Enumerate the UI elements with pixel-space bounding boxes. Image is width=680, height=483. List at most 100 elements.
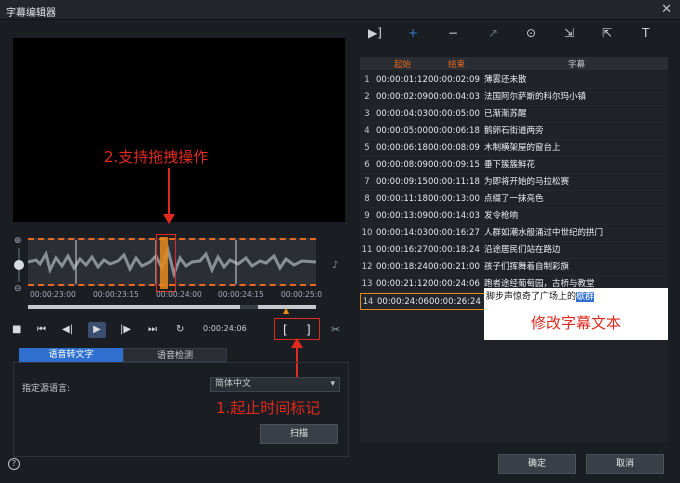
source-language-select[interactable]: 简体中文 ▾ bbox=[210, 377, 340, 392]
row-number: 1 bbox=[364, 75, 370, 85]
table-row[interactable]: 5 00:00:06:18 00:00:08:09 木制横架屋的窗台上 bbox=[360, 140, 668, 157]
row-start: 00:00:11:18 bbox=[376, 194, 428, 204]
row-end: 00:00:08:09 bbox=[428, 143, 480, 153]
zoom-slider[interactable]: ⊕ ⊖ bbox=[12, 236, 26, 296]
title-bar: 字幕编辑器 ✕ bbox=[0, 0, 680, 20]
row-end: 00:00:06:18 bbox=[428, 126, 480, 136]
step-back-button[interactable]: ◀| bbox=[62, 324, 73, 335]
row-start: 00:00:02:09 bbox=[376, 92, 428, 102]
row-end: 00:00:14:03 bbox=[428, 211, 480, 221]
row-end: 00:00:18:24 bbox=[428, 245, 480, 255]
table-row[interactable]: 8 00:00:11:18 00:00:13:00 点缀了一抹亮色 bbox=[360, 191, 668, 208]
row-end: 00:00:04:03 bbox=[428, 92, 480, 102]
row-number: 14 bbox=[362, 297, 374, 307]
go-end-button[interactable]: ⏭ bbox=[148, 324, 157, 335]
position-indicator-icon: ▲ bbox=[283, 306, 290, 315]
tab-speech-detect[interactable]: 语音检测 bbox=[123, 348, 227, 362]
header-text[interactable]: 字幕 bbox=[568, 58, 585, 70]
table-row[interactable]: 11 00:00:16:27 00:00:18:24 沿途居民们站在路边 bbox=[360, 242, 668, 259]
scan-button[interactable]: 扫描 bbox=[260, 424, 338, 444]
import-icon[interactable]: ⇲ bbox=[564, 26, 574, 40]
step-forward-button[interactable]: |▶ bbox=[120, 324, 131, 335]
tick-label: 00:00:24:00 bbox=[156, 290, 202, 299]
table-header: 起始 结束 字幕 bbox=[360, 57, 668, 70]
play-button[interactable]: ▶ bbox=[88, 322, 106, 338]
table-row[interactable]: 3 00:00:04:03 00:00:05:00 已渐渐苏醒 bbox=[360, 106, 668, 123]
text-style-icon[interactable]: T bbox=[642, 26, 649, 40]
header-start[interactable]: 起始 bbox=[394, 58, 411, 70]
edit-selection: 歇群 bbox=[576, 292, 595, 302]
row-start: 00:00:18:24 bbox=[376, 262, 428, 272]
source-language-value: 简体中文 bbox=[215, 379, 252, 389]
row-end: 00:00:05:00 bbox=[428, 109, 480, 119]
tab-speech-to-text[interactable]: 语音转文字 bbox=[19, 348, 123, 362]
tick-label: 00:00:23:00 bbox=[30, 290, 76, 299]
scissors-icon[interactable]: ✂ bbox=[331, 323, 340, 336]
table-row[interactable]: 9 00:00:13:09 00:00:14:03 发令枪响 bbox=[360, 208, 668, 225]
row-end: 00:00:11:18 bbox=[428, 177, 480, 187]
drag-annotation: 2.支持拖拽操作 bbox=[104, 148, 209, 166]
row-start: 00:00:13:09 bbox=[376, 211, 428, 221]
subtitle-edit-input[interactable]: 脚步声惊奇了广场上的歇群 bbox=[484, 288, 668, 306]
timecode-display[interactable]: 0:00:24:06 bbox=[203, 324, 247, 333]
row-number: 4 bbox=[364, 126, 370, 136]
merge-icon[interactable]: ↗ bbox=[488, 26, 498, 40]
source-language-label: 指定源语言: bbox=[22, 384, 71, 394]
zoom-knob[interactable] bbox=[14, 260, 24, 270]
table-row[interactable]: 1 00:00:01:12 00:00:02:09 薄雾还未散 bbox=[360, 72, 668, 89]
remove-icon[interactable]: − bbox=[448, 26, 458, 40]
row-number: 2 bbox=[364, 92, 370, 102]
export-icon[interactable]: ⇱ bbox=[602, 26, 612, 40]
window-title: 字幕编辑器 bbox=[6, 8, 56, 19]
row-end: 00:00:13:00 bbox=[428, 194, 480, 204]
loop-icon[interactable]: ↻ bbox=[176, 324, 184, 335]
preview-icon[interactable]: ⊙ bbox=[526, 26, 536, 40]
zoom-in-icon[interactable]: ⊕ bbox=[14, 236, 22, 246]
row-start: 00:00:06:18 bbox=[376, 143, 428, 153]
row-number: 13 bbox=[361, 279, 373, 289]
row-start: 00:00:01:12 bbox=[376, 75, 428, 85]
row-text: 人群如潮水般涌过中世纪的拱门 bbox=[484, 228, 604, 238]
row-number: 12 bbox=[361, 262, 373, 272]
row-text: 薄雾还未散 bbox=[484, 75, 527, 85]
go-start-button[interactable]: ⏮ bbox=[37, 324, 46, 335]
row-start: 00:00:16:27 bbox=[376, 245, 428, 255]
row-text: 法国阿尔萨斯的科尔玛小镇 bbox=[484, 92, 587, 102]
table-row[interactable]: 10 00:00:14:03 00:00:16:27 人群如潮水般涌过中世纪的拱门 bbox=[360, 225, 668, 242]
row-end: 00:00:16:27 bbox=[428, 228, 480, 238]
drag-arrow bbox=[168, 168, 170, 218]
insert-icon[interactable]: ▶] bbox=[368, 26, 382, 40]
tick-label: 00:00:23:15 bbox=[93, 290, 139, 299]
row-text: 发令枪响 bbox=[484, 211, 519, 221]
table-row[interactable]: 4 00:00:05:00 00:00:06:18 鹅卵石街道两旁 bbox=[360, 123, 668, 140]
timeline-scrollbar[interactable] bbox=[28, 305, 316, 309]
row-start: 00:00:05:00 bbox=[376, 126, 428, 136]
table-row[interactable]: 7 00:00:09:15 00:00:11:18 为即将开始的马拉松赛 bbox=[360, 174, 668, 191]
zoom-out-icon[interactable]: ⊖ bbox=[14, 284, 22, 294]
drag-highlight-box bbox=[156, 234, 176, 292]
table-row[interactable]: 12 00:00:18:24 00:00:21:00 孩子们挥舞着自制彩旗 bbox=[360, 259, 668, 276]
close-icon[interactable]: ✕ bbox=[661, 2, 672, 17]
row-number: 8 bbox=[364, 194, 370, 204]
row-start: 00:00:21:12 bbox=[376, 279, 428, 289]
row-start: 00:00:09:15 bbox=[376, 177, 428, 187]
row-number: 7 bbox=[364, 177, 370, 187]
stop-button[interactable]: ■ bbox=[12, 324, 21, 335]
row-text: 鹅卵石街道两旁 bbox=[484, 126, 544, 136]
marks-highlight-box bbox=[274, 318, 320, 340]
row-start: 00:00:08:09 bbox=[376, 160, 428, 170]
tick-label: 00:00:25:0 bbox=[281, 290, 322, 299]
marks-arrow-head bbox=[291, 338, 303, 348]
row-number: 9 bbox=[364, 211, 370, 221]
row-text: 木制横架屋的窗台上 bbox=[484, 143, 561, 153]
row-end: 00:00:24:06 bbox=[428, 279, 480, 289]
cancel-button[interactable]: 取消 bbox=[586, 454, 664, 474]
drag-arrow-head bbox=[163, 214, 175, 224]
row-text: 为即将开始的马拉松赛 bbox=[484, 177, 570, 187]
table-row[interactable]: 6 00:00:08:09 00:00:09:15 垂下簇簇鲜花 bbox=[360, 157, 668, 174]
header-end[interactable]: 结束 bbox=[448, 58, 465, 70]
add-icon[interactable]: + bbox=[408, 26, 418, 40]
help-icon[interactable]: ? bbox=[8, 458, 20, 470]
table-row[interactable]: 2 00:00:02:09 00:00:04:03 法国阿尔萨斯的科尔玛小镇 bbox=[360, 89, 668, 106]
ok-button[interactable]: 确定 bbox=[498, 454, 576, 474]
